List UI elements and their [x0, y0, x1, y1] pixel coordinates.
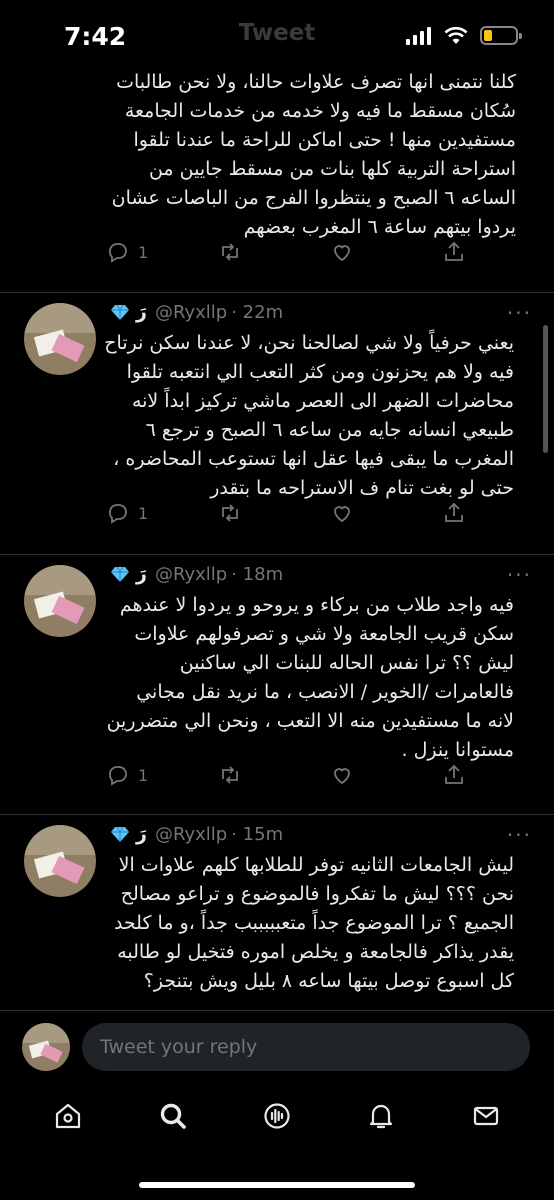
- tweet-partial[interactable]: كلنا نتمنى انها تصرف علاوات حالنا، ولا ن…: [0, 60, 554, 293]
- avatar[interactable]: [22, 1023, 70, 1071]
- tweet[interactable]: رَ @Ryxllp · 22m ··· يعني حرفياً ولا شي …: [0, 293, 554, 555]
- home-indicator[interactable]: [139, 1182, 415, 1188]
- reply-input[interactable]: [82, 1023, 530, 1071]
- tweet[interactable]: رَ @Ryxllp · 15m ··· ليش الجامعات الثاني…: [0, 815, 554, 1015]
- tab-home[interactable]: [53, 1101, 83, 1135]
- tab-spaces[interactable]: [262, 1101, 292, 1135]
- tweet-text: فيه واجد طلاب من بركاء و يروحو و يردوا ل…: [106, 594, 514, 761]
- home-icon: [56, 1103, 81, 1129]
- share-icon: [445, 241, 463, 261]
- tweet-text: ليش الجامعات الثانيه توفر للطلابها كلهم …: [113, 854, 514, 992]
- tab-bar: [0, 1086, 554, 1150]
- battery-icon: [480, 26, 522, 45]
- wifi-icon: [444, 26, 468, 44]
- reply-icon: [109, 504, 127, 524]
- mail-icon: [473, 1106, 498, 1126]
- tweet[interactable]: رَ @Ryxllp · 18m ··· فيه واجد طلاب من بر…: [0, 555, 554, 815]
- handle[interactable]: @Ryxllp: [155, 824, 227, 845]
- retweet-action[interactable]: [218, 763, 278, 787]
- reply-count: 1: [138, 503, 149, 523]
- retweet-action[interactable]: [218, 501, 278, 525]
- like-icon: [334, 768, 350, 785]
- share-action[interactable]: [442, 501, 466, 525]
- tweet-header: رَ @Ryxllp · 22m: [110, 301, 283, 323]
- bell-icon: [370, 1104, 393, 1129]
- timestamp: · 22m: [231, 301, 284, 323]
- reply-action[interactable]: 1: [106, 240, 166, 264]
- handle[interactable]: @Ryxllp: [155, 302, 227, 323]
- tweet-text: كلنا نتمنى انها تصرف علاوات حالنا، ولا ن…: [111, 71, 516, 238]
- search-icon: [160, 1103, 186, 1129]
- retweet-action[interactable]: [218, 240, 278, 264]
- diamond-icon: [111, 304, 129, 320]
- tweet-text: يعني حرفياً ولا شي لصالحنا نحن، لا عندنا…: [104, 332, 514, 499]
- share-icon: [445, 764, 463, 784]
- status-icons: [406, 26, 522, 45]
- tab-messages[interactable]: [471, 1101, 501, 1135]
- avatar[interactable]: [24, 565, 96, 637]
- display-name[interactable]: رَ: [136, 563, 147, 585]
- handle[interactable]: @Ryxllp: [155, 564, 227, 585]
- tweet-header: رَ @Ryxllp · 18m: [110, 563, 283, 585]
- reply-action[interactable]: 1: [106, 763, 166, 787]
- tweet-header: رَ @Ryxllp · 15m: [110, 823, 283, 845]
- tab-notifications[interactable]: [366, 1101, 396, 1135]
- avatar[interactable]: [24, 825, 96, 897]
- more-icon[interactable]: ···: [507, 823, 532, 847]
- like-action[interactable]: [330, 240, 390, 264]
- avatar[interactable]: [24, 303, 96, 375]
- retweet-icon: [222, 766, 238, 784]
- like-icon: [334, 506, 350, 523]
- diamond-icon: [111, 566, 129, 582]
- reply-icon: [109, 766, 127, 786]
- more-icon[interactable]: ···: [507, 301, 532, 325]
- like-action[interactable]: [330, 501, 390, 525]
- display-name[interactable]: رَ: [136, 301, 147, 323]
- signal-icon: [406, 26, 431, 45]
- tweet-actions: 1: [106, 240, 466, 264]
- like-icon: [334, 245, 350, 262]
- battery-level: [484, 30, 492, 41]
- tab-search[interactable]: [158, 1101, 188, 1135]
- retweet-icon: [222, 504, 238, 522]
- display-name[interactable]: رَ: [136, 823, 147, 845]
- retweet-icon: [222, 243, 238, 261]
- reply-bar: [0, 1010, 554, 1086]
- scrollbar[interactable]: [543, 325, 548, 453]
- timestamp: · 15m: [231, 823, 284, 845]
- reply-action[interactable]: 1: [106, 501, 166, 525]
- tweet-actions: 1: [106, 763, 466, 787]
- share-action[interactable]: [442, 240, 466, 264]
- reply-icon: [109, 243, 127, 263]
- share-icon: [445, 502, 463, 522]
- share-action[interactable]: [442, 763, 466, 787]
- tweet-actions: 1: [106, 501, 466, 525]
- reply-count: 1: [138, 765, 149, 785]
- diamond-icon: [111, 826, 129, 842]
- spaces-icon: [264, 1103, 290, 1129]
- more-icon[interactable]: ···: [507, 563, 532, 587]
- timestamp: · 18m: [231, 563, 284, 585]
- like-action[interactable]: [330, 763, 390, 787]
- reply-count: 1: [138, 242, 149, 262]
